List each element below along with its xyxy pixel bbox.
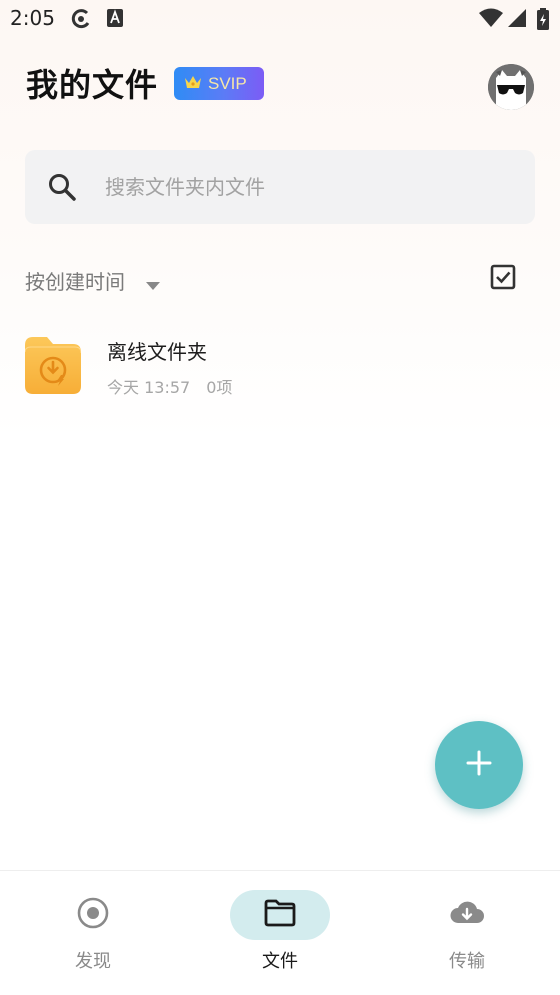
nav-label: 传输 — [449, 951, 485, 972]
nav-item-discover[interactable]: 发现 — [0, 871, 186, 995]
page-title: 我的文件 — [26, 66, 159, 104]
file-meta: 今天 13:57 0项 — [107, 374, 232, 398]
sort-row: 按创建时间 — [25, 262, 535, 298]
search-icon — [47, 172, 77, 206]
crown-icon — [184, 74, 202, 94]
signal-icon — [507, 8, 527, 32]
folder-icon — [264, 899, 296, 931]
nav-item-files[interactable]: 文件 — [187, 871, 373, 995]
svip-label: SVIP — [208, 73, 247, 93]
list-item[interactable]: 离线文件夹 今天 13:57 0项 — [0, 320, 560, 410]
sync-icon — [70, 8, 92, 34]
bottom-nav: 发现 文件 传输 — [0, 870, 560, 995]
search-input[interactable] — [105, 150, 505, 224]
chevron-down-icon[interactable] — [145, 276, 161, 295]
nav-label: 发现 — [75, 951, 111, 972]
checkbox-select-icon[interactable] — [490, 264, 520, 294]
discover-icon — [77, 897, 109, 933]
search-box[interactable] — [25, 150, 535, 224]
avatar[interactable] — [488, 64, 534, 110]
cloud-download-icon — [448, 898, 486, 932]
nav-item-transfer[interactable]: 传输 — [374, 871, 560, 995]
add-button[interactable] — [435, 721, 523, 809]
status-time: 2:05 — [10, 6, 55, 30]
sort-label[interactable]: 按创建时间 — [25, 266, 125, 295]
file-name: 离线文件夹 — [107, 340, 207, 364]
file-date: 今天 13:57 — [107, 378, 191, 397]
svip-badge[interactable]: SVIP — [174, 67, 264, 100]
plus-icon — [466, 750, 492, 780]
header: 我的文件 SVIP — [0, 56, 560, 112]
offline-folder-icon — [24, 337, 82, 398]
status-bar: 2:05 — [0, 0, 560, 38]
battery-icon — [536, 8, 550, 34]
file-count: 0项 — [206, 378, 233, 397]
nav-label: 文件 — [262, 951, 298, 972]
wifi-icon — [478, 8, 504, 32]
font-a-icon — [106, 8, 124, 32]
